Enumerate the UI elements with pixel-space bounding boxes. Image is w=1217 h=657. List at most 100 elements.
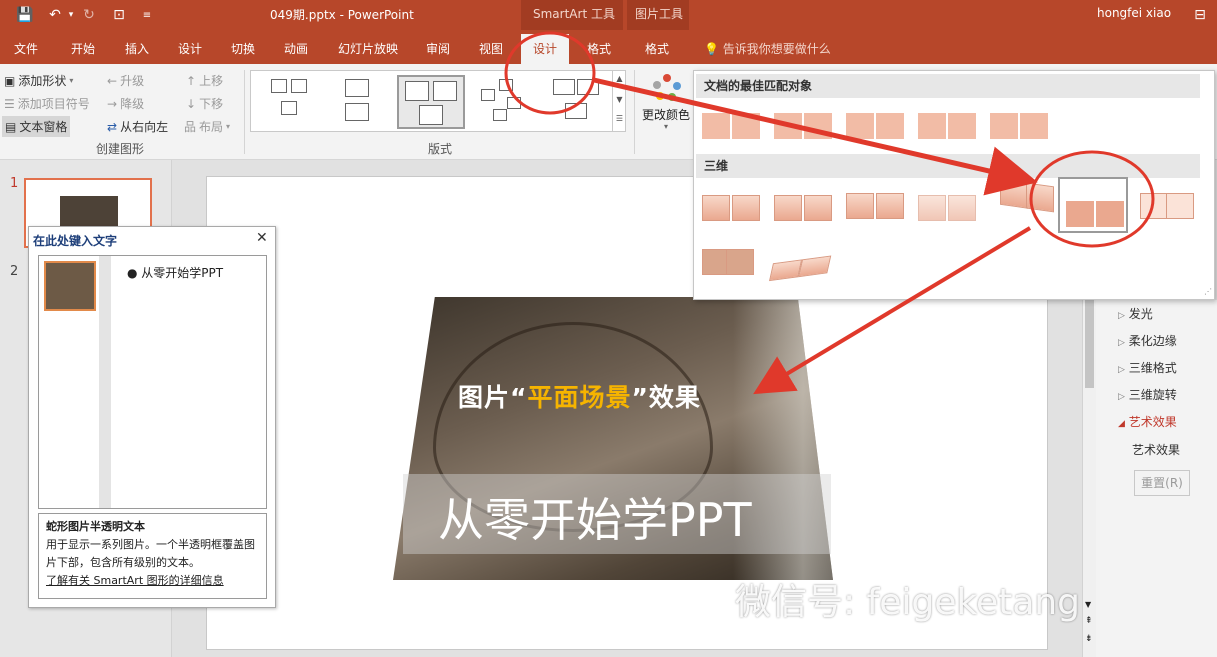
text-pane-editor[interactable]: ● 从零开始学PPT xyxy=(38,255,267,509)
section-header-3d: 三维 xyxy=(696,154,1200,178)
picture-placeholder-thumbnail[interactable] xyxy=(44,261,96,311)
layout-description-title: 蛇形图片半透明文本 xyxy=(46,520,145,533)
layout-button[interactable]: 品布局 ▾ xyxy=(184,118,230,135)
layout-label: 布局 xyxy=(199,120,224,134)
smartart-styles-dropdown: 文档的最佳匹配对象 三维 ⋰ xyxy=(693,70,1215,300)
ribbon-display-icon[interactable]: ⊟ xyxy=(1191,6,1209,24)
demote-label: 降级 xyxy=(120,97,145,111)
tab-view[interactable]: 视图 xyxy=(479,40,503,57)
style-option-3d-flat-scene-selected[interactable] xyxy=(1058,177,1128,233)
tab-design[interactable]: 设计 xyxy=(178,40,202,57)
chevron-down-icon: ▾ xyxy=(69,76,74,85)
learn-more-link[interactable]: 了解有关 SmartArt 图形的详细信息 xyxy=(46,574,224,587)
layout-option-5[interactable] xyxy=(547,75,615,129)
tab-transitions[interactable]: 切换 xyxy=(231,40,255,57)
redo-icon[interactable]: ↻ xyxy=(80,6,98,24)
style-option-simple-fill[interactable] xyxy=(702,113,762,143)
layout-option-3-selected[interactable] xyxy=(397,75,465,129)
layout-option-4[interactable] xyxy=(473,75,541,129)
present-icon[interactable]: ⊡ xyxy=(110,6,128,24)
next-slide-icon[interactable]: ⇟ xyxy=(1085,634,1093,644)
add-bullet-button[interactable]: ☰ 添加项目符号 xyxy=(4,95,90,112)
tab-smartart-format[interactable]: 格式 xyxy=(587,40,611,57)
style-option-white-outline[interactable] xyxy=(774,113,834,143)
style-option-3d-cartoon[interactable] xyxy=(846,193,906,223)
tab-insert[interactable]: 插入 xyxy=(125,40,149,57)
lightbulb-icon: 💡 xyxy=(704,42,719,56)
move-down-label: 下移 xyxy=(199,97,224,111)
org-chart-icon: 品 xyxy=(184,120,197,134)
text-pane-button[interactable]: ▤ 文本窗格 xyxy=(2,116,71,137)
customize-qat-icon[interactable]: ≡ xyxy=(138,6,156,24)
tab-smartart-design[interactable]: 设计 xyxy=(521,34,570,64)
pane-item-3d-format[interactable]: ▷ 三维格式 xyxy=(1118,359,1177,376)
bullet-text: 从零开始学PPT xyxy=(141,266,224,280)
style-option-subtle-effect[interactable] xyxy=(846,113,906,143)
chevron-right-icon: ▷ xyxy=(1118,338,1125,348)
add-shape-button[interactable]: ▣ 添加形状 ▾ xyxy=(4,72,73,89)
tell-me-label: 告诉我你想要做什么 xyxy=(722,42,831,56)
user-name[interactable]: hongfei xiao xyxy=(1097,6,1171,20)
tell-me-box[interactable]: 💡 告诉我你想要做什么 xyxy=(704,40,831,57)
change-colors-label: 更改颜色 xyxy=(642,108,691,122)
move-up-button[interactable]: ↑ 上移 xyxy=(186,72,223,89)
tab-file[interactable]: 文件 xyxy=(14,40,38,57)
text-pane-bullet[interactable]: ● 从零开始学PPT xyxy=(127,264,223,281)
style-option-3d-brick-scene[interactable] xyxy=(1000,178,1060,217)
watermark-text: 微信号: feigeketang xyxy=(735,582,1080,623)
layout-option-2[interactable] xyxy=(327,75,395,129)
style-option-3d-powder[interactable] xyxy=(918,195,978,225)
right-to-left-label: 从右向左 xyxy=(120,120,169,134)
style-option-3d-inset[interactable] xyxy=(774,195,834,225)
style-option-3d-sunset-scene[interactable] xyxy=(702,249,762,279)
section-header-best-match: 文档的最佳匹配对象 xyxy=(696,74,1200,98)
chevron-down-icon[interactable]: ▼ xyxy=(613,95,626,104)
style-option-3d-birds-eye-scene[interactable] xyxy=(769,255,836,283)
group-label-create: 创建图形 xyxy=(96,142,145,156)
ribbon-separator xyxy=(244,70,245,154)
resize-grip-icon[interactable]: ⋰ xyxy=(1204,287,1212,296)
add-shape-label: 添加形状 xyxy=(18,74,67,88)
chevron-down-icon[interactable]: ▼ xyxy=(1085,600,1091,609)
layout-gallery xyxy=(250,70,626,132)
close-icon[interactable]: ✕ xyxy=(256,230,268,246)
promote-button[interactable]: ← 升级 xyxy=(107,72,144,89)
slide-title[interactable]: 图片“平面场景”效果 xyxy=(458,378,701,414)
context-label-picture: 图片工具 xyxy=(635,7,684,21)
save-icon[interactable]: 💾 xyxy=(16,6,34,24)
gallery-scroll[interactable]: ▲ ▼ ☰ xyxy=(612,70,626,132)
style-option-3d-polished[interactable] xyxy=(702,195,762,225)
arrow-down-icon: ↓ xyxy=(186,96,197,111)
canvas-scrollbar[interactable]: ▼ ⇞ ⇟ xyxy=(1082,300,1096,657)
move-down-button[interactable]: ↓ 下移 xyxy=(186,95,223,112)
style-option-3d-metallic-scene[interactable] xyxy=(1140,193,1200,223)
pane-item-soft-edges[interactable]: ▷ 柔化边缘 xyxy=(1118,332,1177,349)
tab-animations[interactable]: 动画 xyxy=(284,40,308,57)
pane-item-label: 柔化边缘 xyxy=(1128,334,1177,348)
layout-option-1[interactable] xyxy=(257,75,325,129)
style-option-moderate-effect[interactable] xyxy=(918,113,978,143)
previous-slide-icon[interactable]: ⇞ xyxy=(1085,616,1093,626)
chevron-up-icon[interactable]: ▲ xyxy=(613,74,626,83)
demote-button[interactable]: → 降级 xyxy=(107,95,144,112)
promote-label: 升级 xyxy=(120,74,145,88)
reset-button[interactable]: 重置(R) xyxy=(1134,470,1190,496)
tab-slideshow[interactable]: 幻灯片放映 xyxy=(338,40,398,57)
pane-item-artistic-effects[interactable]: ◢ 艺术效果 xyxy=(1118,413,1177,430)
layout-description: 蛇形图片半透明文本 用于显示一系列图片。一个半透明框覆盖图片下部，包含所有级别的… xyxy=(38,513,267,599)
slide-title-suffix: ”效果 xyxy=(631,383,701,412)
pane-item-3d-rotation[interactable]: ▷ 三维旋转 xyxy=(1118,386,1177,403)
slide-banner-text[interactable]: 从零开始学PPT xyxy=(438,484,752,550)
pane-item-glow[interactable]: ▷ 发光 xyxy=(1118,305,1153,322)
undo-dropdown-icon[interactable]: ▾ xyxy=(62,6,80,24)
layout-description-body: 用于显示一系列图片。一个半透明框覆盖图片下部，包含所有级别的文本。 xyxy=(46,538,255,569)
right-to-left-button[interactable]: ⇄ 从右向左 xyxy=(107,118,168,135)
change-colors-button[interactable]: 更改颜色 ▾ xyxy=(642,72,692,132)
tab-home[interactable]: 开始 xyxy=(71,40,95,57)
artistic-effects-picker[interactable]: 艺术效果 xyxy=(1132,441,1180,458)
tab-review[interactable]: 审阅 xyxy=(426,40,450,57)
scrollbar-thumb[interactable] xyxy=(1085,300,1094,388)
tab-picture-format[interactable]: 格式 xyxy=(645,40,669,57)
style-option-intense-effect[interactable] xyxy=(990,113,1050,143)
gallery-more-icon[interactable]: ☰ xyxy=(613,114,626,123)
